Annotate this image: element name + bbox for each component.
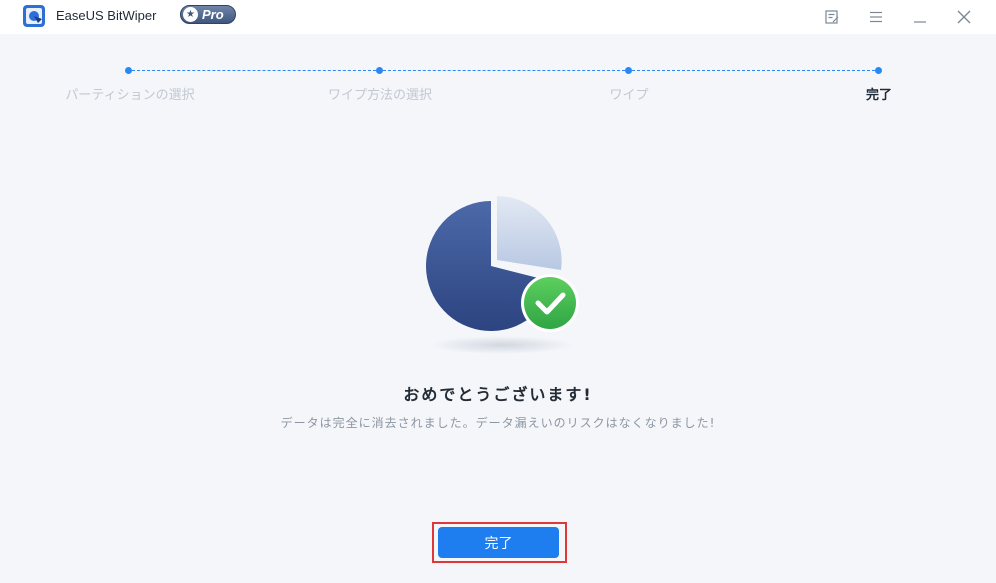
step-dot [376,67,383,74]
finish-button[interactable]: 完了 [438,527,559,558]
title-bar: EaseUS BitWiper ★ Pro [0,0,996,34]
step-label-partition-select: パーティションの選択 [65,88,195,103]
step-indicator: パーティションの選択 ワイプ方法の選択 ワイプ 完了 [0,60,996,110]
close-icon [957,10,971,24]
step-dot [875,67,882,74]
step-label-wipe: ワイプ [609,88,649,103]
menu-button[interactable] [865,6,887,28]
completion-pie-icon [426,196,579,354]
step-label-complete: 完了 [865,88,893,103]
congratulations-heading: おめでとうございます! [403,385,593,404]
app-title: EaseUS BitWiper [56,8,157,23]
step-connector [132,70,376,71]
star-icon: ★ [183,7,198,22]
minimize-button[interactable] [909,6,931,28]
result-message: データは完全に消去されました。データ漏えいのリスクはなくなりました! [280,416,716,430]
app-logo-icon [23,5,45,27]
step-dot [625,67,632,74]
step-connector [632,70,875,71]
step-dot [125,67,132,74]
feedback-icon [825,10,839,24]
close-button[interactable] [953,6,975,28]
pro-badge-label: Pro [202,7,224,22]
menu-icon [870,11,882,23]
minimize-icon [914,21,926,23]
pro-badge: ★ Pro [180,5,236,24]
step-label-wipe-method: ワイプ方法の選択 [327,88,433,103]
feedback-button[interactable] [821,6,843,28]
step-connector [383,70,625,71]
